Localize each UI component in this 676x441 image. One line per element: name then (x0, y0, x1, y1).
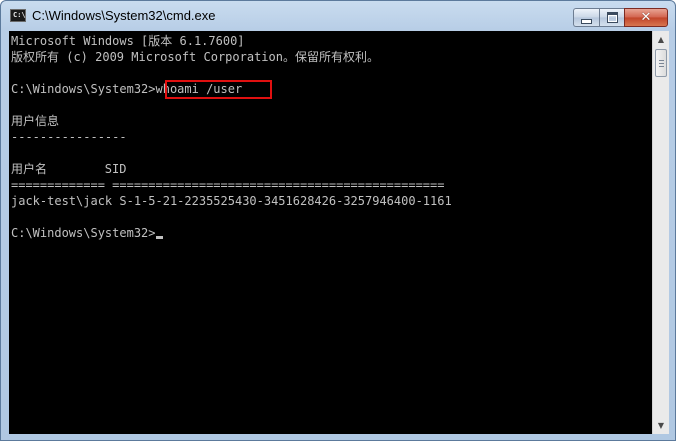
prompt-text: C:\Windows\System32> (11, 226, 156, 240)
console-line-user-sid: jack-test\jack S-1-5-21-2235525430-34516… (11, 194, 452, 208)
console-line-column-rule: ============= ==========================… (11, 178, 445, 192)
text-cursor (155, 236, 163, 239)
caption-buttons: ✕ (573, 8, 668, 27)
console-line-separator: ---------------- (11, 130, 127, 144)
console-line-copyright: 版权所有 (c) 2009 Microsoft Corporation。保留所有… (11, 50, 379, 64)
console-line-version: Microsoft Windows [版本 6.1.7600] (11, 34, 245, 48)
minimize-icon (581, 18, 592, 24)
scroll-up-arrow-icon[interactable]: ▲ (653, 31, 669, 48)
maximize-button[interactable] (599, 8, 624, 27)
close-icon: ✕ (640, 10, 652, 25)
thumb-grip-line (659, 66, 664, 67)
scroll-down-arrow-icon[interactable]: ▼ (653, 417, 669, 434)
thumb-grip-line (659, 63, 664, 64)
close-button[interactable]: ✕ (624, 8, 668, 27)
window-title: C:\Windows\System32\cmd.exe (32, 8, 216, 23)
vertical-scrollbar[interactable]: ▲ ▼ (652, 31, 669, 434)
thumb-grip-line (659, 60, 664, 61)
maximize-icon (606, 12, 618, 23)
console-line-user-info-header: 用户信息 (11, 114, 60, 128)
scrollbar-thumb[interactable] (655, 49, 667, 77)
console-line-prompt[interactable]: C:\Windows\System32> (11, 225, 163, 241)
cmd-window: C:\ C:\Windows\System32\cmd.exe ✕ Micros… (0, 0, 676, 441)
title-bar[interactable]: C:\ C:\Windows\System32\cmd.exe ✕ (1, 1, 675, 31)
minimize-button[interactable] (573, 8, 599, 27)
cmd-icon[interactable]: C:\ (10, 9, 26, 22)
console-output[interactable]: Microsoft Windows [版本 6.1.7600] 版权所有 (c)… (9, 31, 652, 434)
command-highlight-box (165, 80, 272, 99)
console-line-column-headers: 用户名 SID (11, 162, 127, 176)
